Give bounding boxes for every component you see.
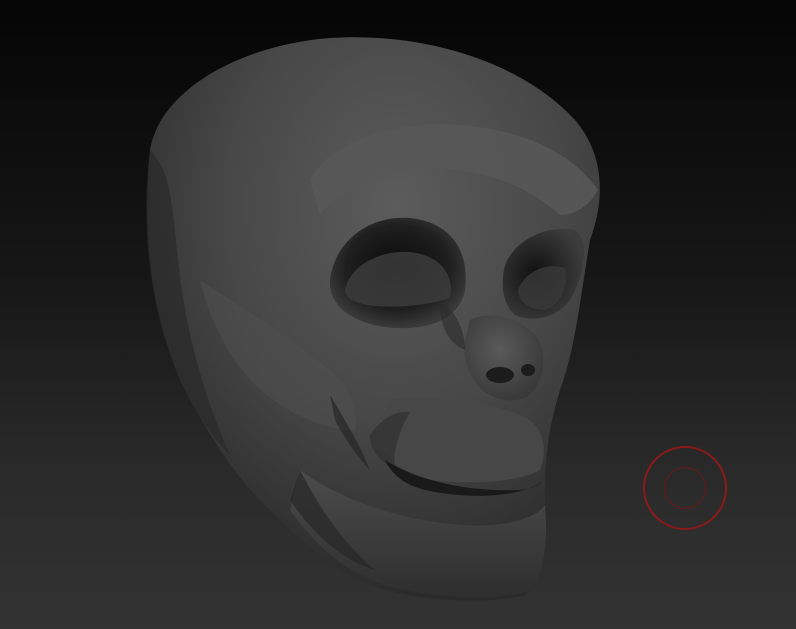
brush-cursor-icon <box>643 446 727 530</box>
sculpt-viewport[interactable] <box>0 0 796 629</box>
alien-skull-sculpt-icon[interactable] <box>0 0 796 629</box>
brush-focal-shift-ring <box>664 467 706 509</box>
